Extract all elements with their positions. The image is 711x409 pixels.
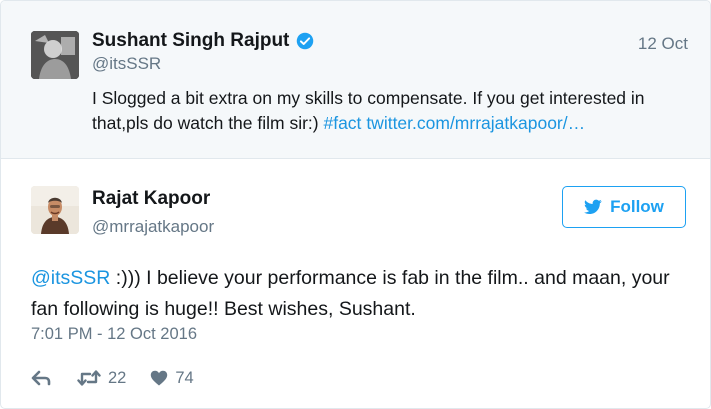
retweet-button[interactable]: 22 xyxy=(77,369,126,388)
reply-button[interactable] xyxy=(31,370,51,386)
author-avatar[interactable] xyxy=(31,186,79,234)
follow-button-label: Follow xyxy=(610,197,664,216)
heart-icon xyxy=(151,370,168,386)
quoted-tweet-date[interactable]: 12 Oct xyxy=(638,34,688,54)
tweet-body: :))) I believe your performance is fab i… xyxy=(31,267,670,320)
like-count: 74 xyxy=(175,368,194,387)
quoted-tweet[interactable]: Sushant Singh Rajput @itsSSR 12 Oct I Sl… xyxy=(1,1,710,159)
follow-button[interactable]: Follow xyxy=(562,186,686,228)
tweet-actions: 22 74 xyxy=(31,367,194,389)
author-name[interactable]: Rajat Kapoor xyxy=(92,188,210,210)
quoted-author-handle[interactable]: @itsSSR xyxy=(92,54,161,74)
quoted-author-name[interactable]: Sushant Singh Rajput xyxy=(92,30,314,52)
quoted-author-name-text: Sushant Singh Rajput xyxy=(92,30,290,51)
media-link[interactable]: twitter.com/mrrajatkapoor/… xyxy=(366,113,585,133)
twitter-bird-icon xyxy=(584,199,602,215)
retweet-icon xyxy=(77,370,101,386)
retweet-count: 22 xyxy=(108,368,127,387)
reply-icon xyxy=(31,370,51,386)
tweet-text: @itsSSR :))) I believe your performance … xyxy=(31,263,691,325)
author-handle[interactable]: @mrrajatkapoor xyxy=(92,217,214,237)
quoted-tweet-text: I Slogged a bit extra on my skills to co… xyxy=(92,86,692,136)
verified-badge-icon xyxy=(297,32,314,50)
quoted-author-avatar[interactable] xyxy=(31,31,79,79)
mention-link[interactable]: @itsSSR xyxy=(31,267,110,289)
tweet-card: Sushant Singh Rajput @itsSSR 12 Oct I Sl… xyxy=(0,0,711,409)
tweet-timestamp[interactable]: 7:01 PM - 12 Oct 2016 xyxy=(31,325,197,344)
hashtag-link[interactable]: #fact xyxy=(323,113,361,133)
like-button[interactable]: 74 xyxy=(150,368,194,388)
